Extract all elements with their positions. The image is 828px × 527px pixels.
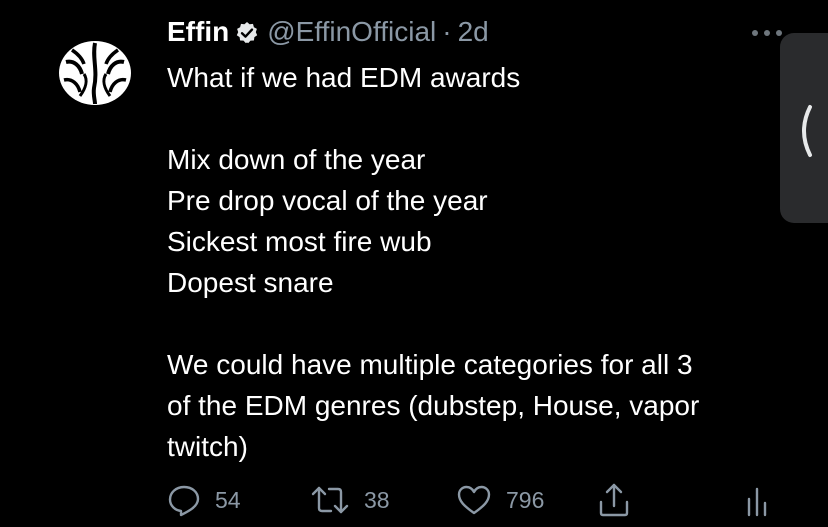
tweet-line: What if we had EDM awards [167,62,521,93]
verified-badge-icon [235,20,259,44]
reply-count: 54 [215,486,241,513]
tweet-line: of the EDM genres (dubstep, House, vapor [167,390,700,421]
heart-icon [457,485,491,515]
more-dots-icon[interactable] [752,30,786,36]
analytics-button[interactable] [745,480,783,520]
tweet-line: Mix down of the year [167,144,426,175]
avatar[interactable] [58,40,132,106]
separator-dot: · [442,16,452,47]
share-icon [599,483,629,517]
analytics-icon [747,487,767,517]
brain-logo-icon [59,41,131,105]
chevron-left-icon [802,105,812,157]
line-break [167,98,787,139]
tweet-line: We could have multiple categories for al… [167,349,693,380]
side-panel-tab[interactable] [780,33,828,223]
like-count: 796 [506,486,545,513]
reply-button[interactable]: 54 [167,480,241,520]
display-name[interactable]: Effin [167,16,229,48]
retweet-button[interactable]: 38 [310,480,390,520]
retweet-count: 38 [364,486,390,513]
tweet-actions: 54 38 796 [167,480,777,520]
tweet-line: Sickest most fire wub [167,226,432,257]
tweet-line: twitch) [167,431,248,462]
reply-icon [168,485,200,517]
line-break [167,303,787,344]
handle[interactable]: @EffinOfficial [267,16,436,48]
tweet-header: Effin @EffinOfficial · 2d [167,13,489,51]
timestamp[interactable]: 2d [458,16,489,48]
share-button[interactable] [597,480,645,520]
tweet-line: Dopest snare [167,267,334,298]
tweet-body: What if we had EDM awards Mix down of th… [167,57,787,467]
retweet-icon [311,486,349,514]
like-button[interactable]: 796 [456,480,544,520]
tweet-line: Pre drop vocal of the year [167,185,488,216]
